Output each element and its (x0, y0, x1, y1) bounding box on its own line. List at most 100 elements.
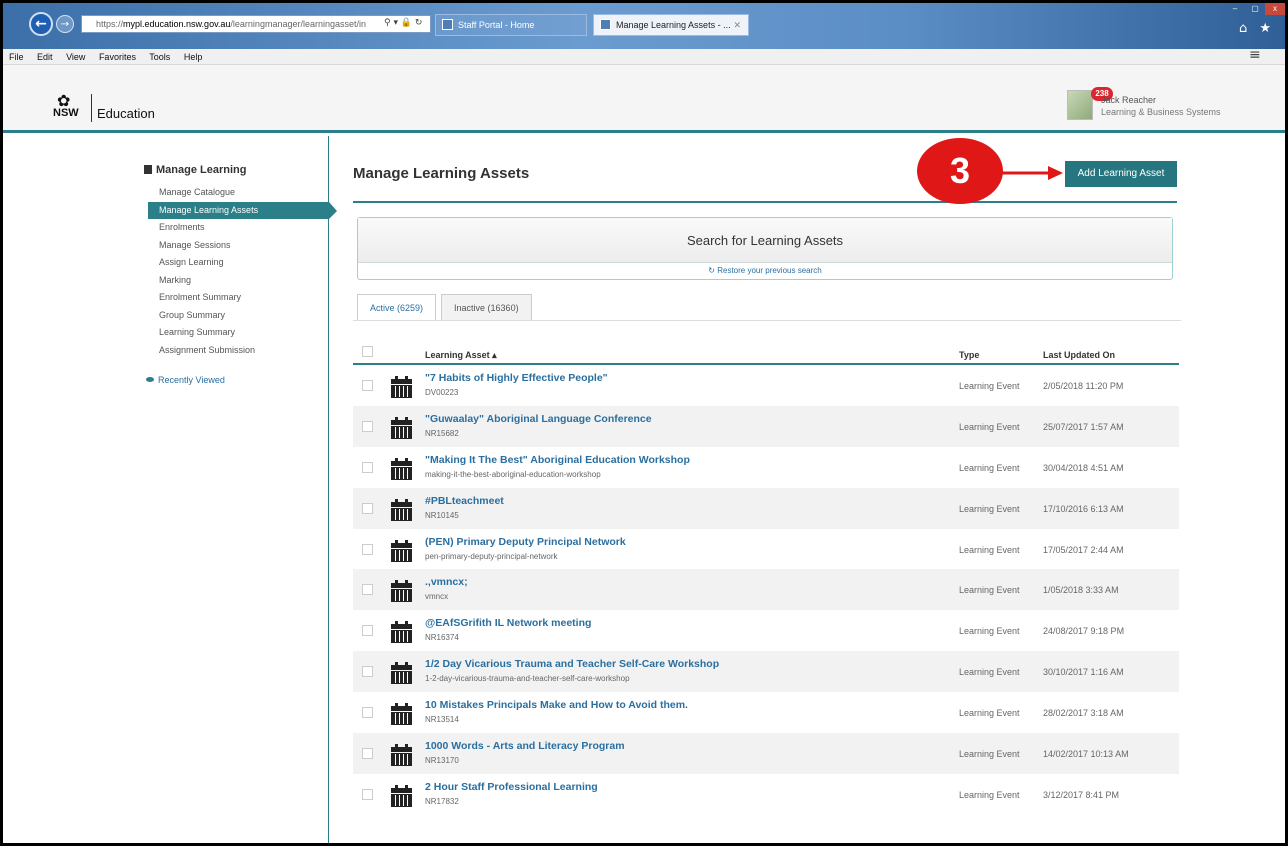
table-row[interactable]: #PBLteachmeet NR10145 Learning Event 17/10/… (353, 487, 1179, 529)
asset-title-link[interactable]: (PEN) Primary Deputy Principal Network (425, 536, 626, 548)
row-checkbox[interactable] (362, 380, 373, 391)
row-checkbox[interactable] (362, 584, 373, 596)
asset-title-link[interactable]: 1/2 Day Vicarious Trauma and Teacher Sel… (425, 658, 719, 670)
row-checkbox[interactable] (362, 543, 373, 555)
menu-help[interactable]: Help (184, 52, 203, 62)
browser-tab-staff-portal[interactable]: Staff Portal - Home (435, 14, 587, 36)
calendar-icon (391, 539, 412, 562)
menu-edit[interactable]: Edit (37, 52, 53, 62)
restore-previous-search-link[interactable]: ↻ Restore your previous search (358, 263, 1172, 279)
table-row[interactable]: 1/2 Day Vicarious Trauma and Teacher Sel… (353, 651, 1179, 693)
asset-type: Learning Event (959, 544, 1020, 555)
sidebar-item-manage-catalogue[interactable]: Manage Catalogue (148, 184, 329, 202)
column-last-updated[interactable]: Last Updated On (1043, 350, 1115, 360)
asset-code: pen-primary-deputy-principal-network (425, 551, 558, 561)
asset-title-link[interactable]: #PBLteachmeet (425, 495, 504, 507)
asset-title-link[interactable]: "7 Habits of Highly Effective People" (425, 372, 608, 384)
table-row[interactable]: (PEN) Primary Deputy Principal Network pe… (353, 529, 1179, 570)
close-tab-icon[interactable]: ✕ (733, 15, 741, 35)
minimize-icon[interactable]: – (1225, 3, 1245, 15)
table-row[interactable]: 10 Mistakes Principals Make and How to A… (353, 692, 1179, 733)
table-row[interactable]: "Guwaalay" Aboriginal Language Conferenc… (353, 405, 1179, 447)
menu-file[interactable]: File (9, 52, 24, 62)
search-for-learning-assets-button[interactable]: Search for Learning Assets (358, 218, 1172, 263)
asset-code: DV00223 (425, 388, 459, 397)
sidebar-item-assignment-submission[interactable]: Assignment Submission (148, 342, 329, 360)
address-bar-icons[interactable]: ⚲ ▾ 🔒 ↻ (384, 15, 422, 31)
asset-title-link[interactable]: @EAfSGrifith IL Network meeting (425, 617, 591, 629)
menu-tools[interactable]: Tools (149, 52, 170, 62)
asset-type: Learning Event (959, 708, 1020, 719)
title-divider (353, 201, 1177, 203)
browser-tab-label: Manage Learning Assets - ... (616, 20, 731, 30)
maximize-icon[interactable]: ▢ (1245, 3, 1265, 15)
row-checkbox[interactable] (362, 788, 373, 800)
tab-inactive[interactable]: Inactive (16360) (441, 294, 532, 321)
column-type[interactable]: Type (959, 350, 979, 360)
sidebar-item-enrolments[interactable]: Enrolments (148, 219, 329, 237)
menu-view[interactable]: View (66, 52, 85, 62)
asset-last-updated: 2/05/2018 11:20 PM (1043, 381, 1124, 391)
row-checkbox[interactable] (362, 420, 373, 432)
asset-title-link[interactable]: .,vmncx; (425, 576, 468, 588)
asset-title-link[interactable]: "Making It The Best" Aboriginal Educatio… (425, 454, 690, 466)
asset-code: 1-2-day-vicarious-trauma-and-teacher-sel… (425, 674, 630, 684)
row-checkbox[interactable] (362, 707, 373, 719)
menu-favorites[interactable]: Favorites (99, 52, 136, 62)
table-row[interactable]: "Making It The Best" Aboriginal Educatio… (353, 447, 1179, 488)
sidebar-item-group-summary[interactable]: Group Summary (148, 307, 329, 325)
row-checkbox[interactable] (362, 625, 373, 637)
row-checkbox[interactable] (362, 666, 373, 678)
asset-code: NR16374 (425, 633, 459, 643)
home-favorites-icons[interactable]: ⌂ ★ (1239, 21, 1275, 36)
tabs-divider (353, 320, 1181, 321)
sidebar-item-assign-learning[interactable]: Assign Learning (148, 254, 329, 272)
sidebar-item-manage-sessions[interactable]: Manage Sessions (148, 237, 329, 255)
tab-active[interactable]: Active (6259) (357, 294, 437, 321)
url-path: /learningmanager/learningasset/in (230, 19, 367, 29)
nsw-education-logo[interactable]: ✿ NSW Education (53, 93, 155, 123)
asset-title-link[interactable]: "Guwaalay" Aboriginal Language Conferenc… (425, 413, 652, 425)
asset-last-updated: 14/02/2017 10:13 AM (1043, 749, 1129, 760)
browser-menubar: File Edit View Favorites Tools Help (3, 49, 1285, 65)
sidebar-item-marking[interactable]: Marking (148, 272, 329, 290)
asset-title-link[interactable]: 10 Mistakes Principals Make and How to A… (425, 699, 688, 711)
asset-type: Learning Event (959, 626, 1020, 637)
add-learning-asset-button[interactable]: Add Learning Asset (1065, 161, 1177, 187)
row-checkbox[interactable] (362, 502, 373, 514)
asset-title-link[interactable]: 1000 Words - Arts and Literacy Program (425, 740, 625, 752)
asset-last-updated: 17/10/2016 6:13 AM (1043, 503, 1124, 514)
sidebar-item-enrolment-summary[interactable]: Enrolment Summary (148, 289, 329, 307)
asset-code: NR15682 (425, 428, 459, 438)
sidebar-item-learning-summary[interactable]: Learning Summary (148, 324, 329, 342)
address-bar[interactable]: https://mypl.education.nsw.gov.au/learni… (81, 15, 431, 33)
sidebar-item-manage-learning-assets[interactable]: Manage Learning Assets (148, 201, 337, 219)
back-button[interactable]: ← (29, 12, 53, 36)
table-row[interactable]: 1000 Words - Arts and Literacy Program NR… (353, 733, 1179, 774)
asset-last-updated: 30/10/2017 1:16 AM (1043, 667, 1124, 678)
search-panel: Search for Learning Assets ↻ Restore you… (357, 217, 1173, 280)
logo-nsw-text: NSW (53, 107, 79, 119)
calendar-icon (391, 457, 412, 480)
asset-title-link[interactable]: 2 Hour Staff Professional Learning (425, 781, 598, 793)
asset-type: Learning Event (959, 381, 1020, 391)
select-all-checkbox[interactable] (362, 346, 373, 357)
column-learning-asset[interactable]: Learning Asset ▴ (425, 350, 497, 361)
annotation-arrow-icon (998, 166, 1063, 180)
recently-viewed-link[interactable]: Recently Viewed (146, 375, 225, 385)
row-checkbox[interactable] (362, 748, 373, 760)
table-row[interactable]: @EAfSGrifith IL Network meeting NR16374 Le… (353, 610, 1179, 651)
close-window-icon[interactable]: x (1265, 3, 1285, 15)
asset-type: Learning Event (959, 503, 1020, 514)
table-body: "7 Habits of Highly Effective People" DV0… (353, 365, 1179, 815)
hamburger-menu-icon[interactable]: ≡ (1249, 47, 1261, 63)
table-row[interactable]: "7 Habits of Highly Effective People" DV0… (353, 365, 1179, 406)
asset-type: Learning Event (959, 667, 1020, 678)
user-profile[interactable]: 238 Jack Reacher Learning & Business Sys… (1067, 87, 1267, 123)
browser-tab-manage-assets[interactable]: Manage Learning Assets - ... ✕ (593, 14, 749, 36)
table-row[interactable]: .,vmncx; vmncx Learning Event 1/05/2018 3:3… (353, 569, 1179, 611)
table-row[interactable]: 2 Hour Staff Professional Learning NR1783… (353, 774, 1179, 815)
forward-button[interactable]: → (56, 15, 74, 33)
row-checkbox[interactable] (362, 461, 373, 473)
avatar[interactable] (1067, 90, 1093, 120)
